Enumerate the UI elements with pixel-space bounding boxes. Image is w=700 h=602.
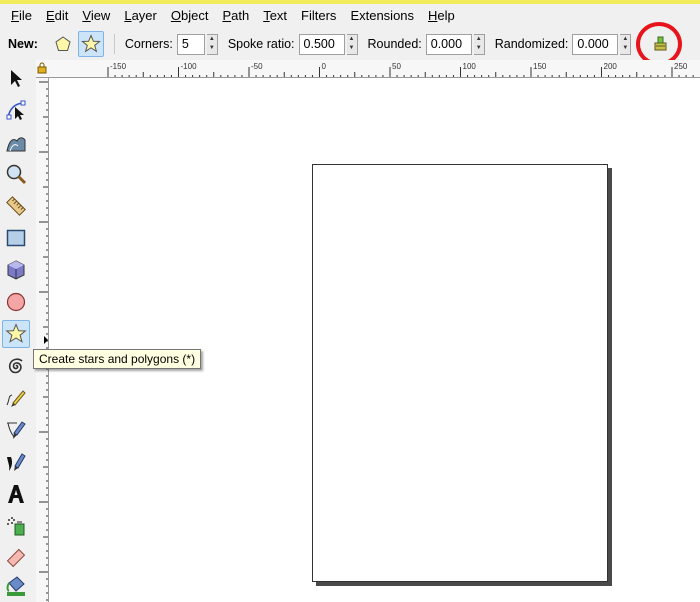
menu-bar: File Edit View Layer Object Path Text Fi… xyxy=(0,4,700,28)
tool-controls-bar: New: Corners: ▲▼ Spoke ratio: ▲▼ Rounded… xyxy=(0,28,700,60)
spiral-tool[interactable] xyxy=(2,352,30,380)
rounded-spinbox: ▲▼ xyxy=(425,33,485,55)
stepper-down-icon[interactable]: ▼ xyxy=(207,44,217,54)
menu-file[interactable]: File xyxy=(4,5,39,27)
polygon-icon xyxy=(55,36,71,51)
pencil-tool[interactable] xyxy=(2,384,30,412)
spray-icon xyxy=(7,517,25,536)
rectangle-tool[interactable] xyxy=(2,224,30,252)
spiral-icon xyxy=(8,358,23,374)
horizontal-ruler-ticks: -150 -100 -50 0 50 100 150 200 250 xyxy=(107,62,694,77)
node-tool[interactable] xyxy=(2,96,30,124)
spoke-ratio-stepper[interactable]: ▲ ▼ xyxy=(346,33,358,55)
calligraphy-tool[interactable] xyxy=(2,448,30,476)
tweak-tool[interactable] xyxy=(2,128,30,156)
spoke-ratio-label: Spoke ratio: xyxy=(227,37,295,51)
selector-icon xyxy=(11,70,22,87)
ellipse-icon xyxy=(6,292,26,312)
menu-object[interactable]: Object xyxy=(164,5,216,27)
zoom-icon xyxy=(6,164,27,185)
stepper-up-icon[interactable]: ▲ xyxy=(620,35,630,45)
toolbox-arrow-icon xyxy=(44,336,48,344)
ruler-label: 0 xyxy=(322,62,327,71)
corners-input[interactable] xyxy=(176,33,205,55)
menu-text[interactable]: Text xyxy=(256,5,294,27)
text-icon xyxy=(8,485,24,503)
randomized-stepper[interactable]: ▲ ▼ xyxy=(620,33,632,55)
rectangle-icon xyxy=(6,229,26,247)
pen-tool[interactable] xyxy=(2,416,30,444)
spray-tool[interactable] xyxy=(2,512,30,540)
ruler-label: 50 xyxy=(392,62,401,71)
pen-icon xyxy=(7,421,26,439)
menu-path[interactable]: Path xyxy=(215,5,256,27)
3d-box-icon xyxy=(7,260,25,280)
tweak-icon xyxy=(6,137,26,152)
selector-tool[interactable] xyxy=(2,64,30,92)
menu-help[interactable]: Help xyxy=(421,5,462,27)
toolbar-separator xyxy=(113,34,115,54)
calligraphy-icon xyxy=(7,453,26,471)
ruler-label: 150 xyxy=(533,62,547,71)
stepper-down-icon[interactable]: ▼ xyxy=(620,44,630,54)
zoom-tool[interactable] xyxy=(2,160,30,188)
stepper-up-icon[interactable]: ▲ xyxy=(474,35,484,45)
corners-stepper[interactable]: ▲ ▼ xyxy=(206,33,218,55)
menu-layer[interactable]: Layer xyxy=(117,5,164,27)
rounded-label: Rounded: xyxy=(367,37,422,51)
paint-bucket-icon xyxy=(6,576,25,596)
node-icon xyxy=(6,100,26,120)
stepper-down-icon[interactable]: ▼ xyxy=(474,44,484,54)
measure-tool[interactable] xyxy=(2,192,30,220)
eraser-tool[interactable] xyxy=(2,544,30,572)
ruler-label: -100 xyxy=(181,62,198,71)
star-mode-button[interactable] xyxy=(77,31,104,57)
tooltip: Create stars and polygons (*) xyxy=(33,349,202,369)
randomized-spinbox: ▲▼ xyxy=(572,33,632,55)
stepper-down-icon[interactable]: ▼ xyxy=(347,44,357,54)
toolbox xyxy=(0,60,36,602)
corners-label: Corners: xyxy=(124,37,173,51)
randomized-input[interactable] xyxy=(572,33,619,55)
star-tool[interactable] xyxy=(2,320,30,348)
star-mode-icon xyxy=(80,34,101,53)
ruler-label: 100 xyxy=(463,62,477,71)
spoke-ratio-spinbox: ▲▼ xyxy=(298,33,358,55)
menu-filters[interactable]: Filters xyxy=(294,5,343,27)
menu-view[interactable]: View xyxy=(75,5,117,27)
eraser-icon xyxy=(6,548,26,568)
document-page[interactable] xyxy=(312,164,608,582)
ruler-label: 250 xyxy=(674,62,688,71)
randomized-label: Randomized: xyxy=(494,37,569,51)
rounded-stepper[interactable]: ▲ ▼ xyxy=(473,33,485,55)
guide-lock-icon[interactable] xyxy=(37,62,47,74)
ruler-label: 200 xyxy=(604,62,618,71)
spoke-ratio-input[interactable] xyxy=(298,33,345,55)
measure-icon xyxy=(6,196,26,216)
polygon-mode-button[interactable] xyxy=(50,31,76,57)
stepper-up-icon[interactable]: ▲ xyxy=(207,35,217,45)
horizontal-ruler: -150 -100 -50 0 50 100 150 200 250 xyxy=(36,60,700,78)
3d-box-tool[interactable] xyxy=(2,256,30,284)
ellipse-tool[interactable] xyxy=(2,288,30,316)
rounded-input[interactable] xyxy=(425,33,472,55)
corners-spinbox: ▲▼ xyxy=(176,33,218,55)
pencil-icon xyxy=(6,390,26,407)
stepper-up-icon[interactable]: ▲ xyxy=(347,35,357,45)
menu-extensions[interactable]: Extensions xyxy=(343,5,421,27)
new-label: New: xyxy=(8,37,38,51)
ruler-label: -50 xyxy=(251,62,263,71)
paint-bucket-tool[interactable] xyxy=(2,572,30,600)
text-tool[interactable] xyxy=(2,480,30,508)
menu-edit[interactable]: Edit xyxy=(39,5,75,27)
ruler-label: -150 xyxy=(110,62,127,71)
star-icon xyxy=(5,323,27,343)
